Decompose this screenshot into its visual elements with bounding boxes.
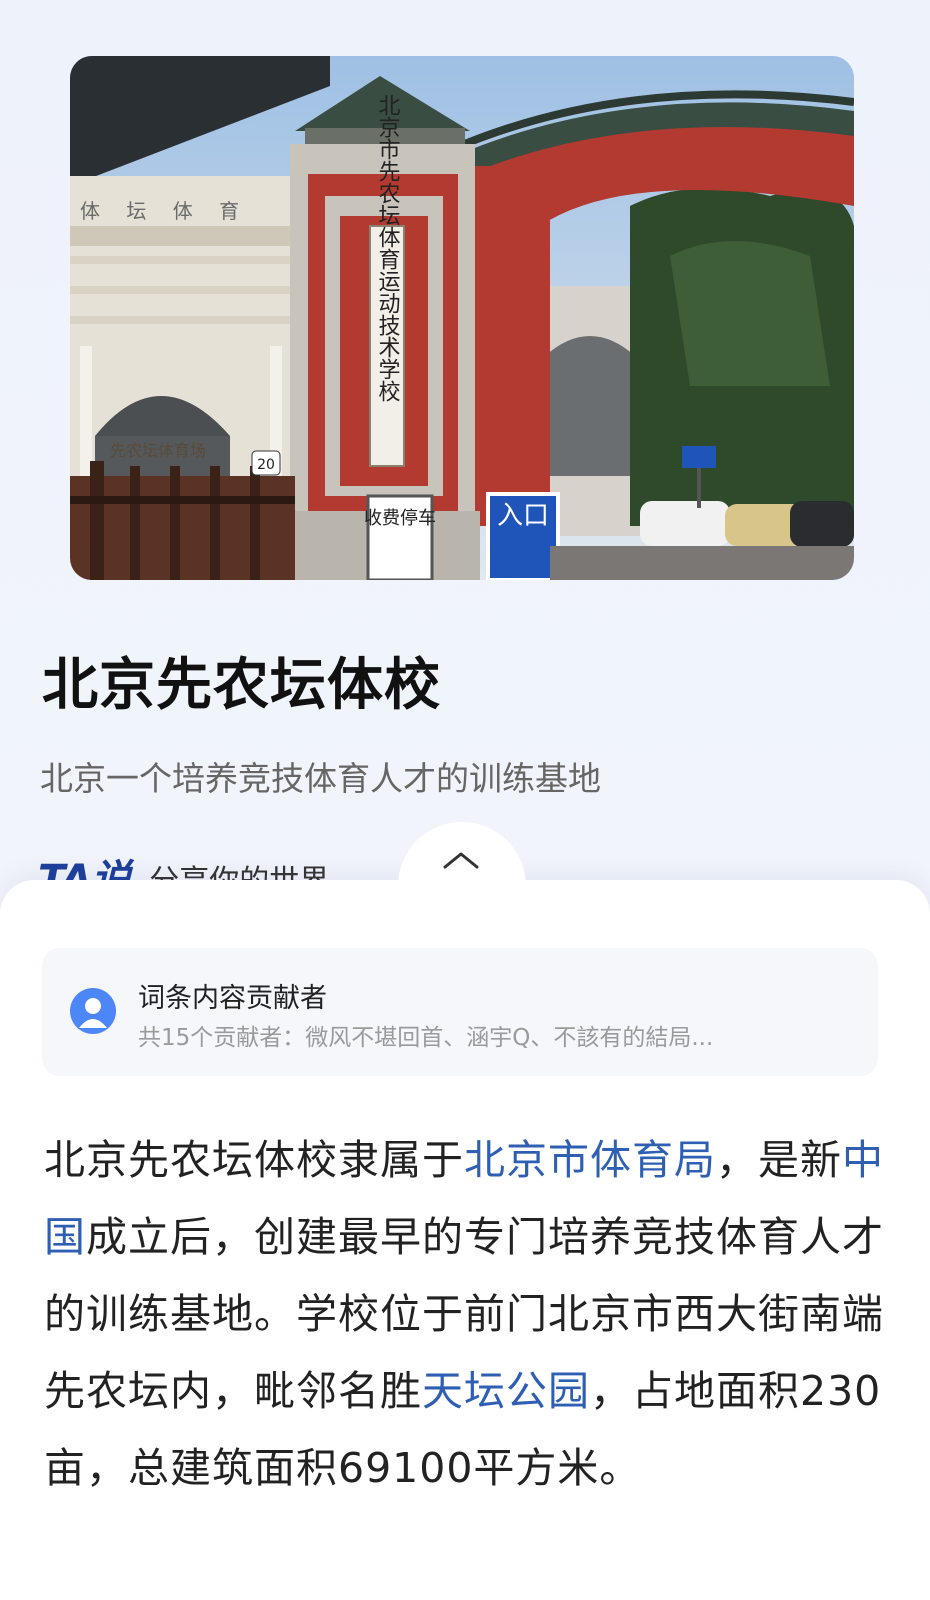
gate-sign: 北京市先农坛体育运动技术学校 [375,94,401,402]
user-avatar-icon [70,988,116,1034]
collapse-handle[interactable] [398,822,526,894]
page-title: 北京先农坛体校 [42,653,441,718]
stadium-sign: 先农坛体育场 [110,441,206,460]
stadium-sign-top: 体 坛 体 育 [80,199,239,223]
gate-photo-illustration: 体 坛 体 育 先农坛体育场 北京市先农坛体育运动技术学校 20 收费停车 入口 [70,56,854,580]
parking-sign: 收费停车 [364,508,436,529]
article-paragraph: 北京先农坛体校隶属于北京市体育局，是新中国成立后，创建最早的专门培养竞技体育人才… [44,1122,890,1507]
page-subtitle: 北京一个培养竞技体育人才的训练基地 [40,759,601,798]
contributors-summary: 共15个贡献者：微风不堪回首、涵宇Q、不該有的結局... [138,1025,714,1051]
link-beijing-sports-bureau[interactable]: 北京市体育局 [464,1136,716,1184]
article-text-2: ，是新 [716,1136,842,1184]
chevron-up-icon[interactable] [441,850,481,870]
article-text-1: 北京先农坛体校隶属于 [44,1136,464,1184]
hero-image[interactable]: 体 坛 体 育 先农坛体育场 北京市先农坛体育运动技术学校 20 收费停车 入口 [70,56,854,580]
number-badge: 20 [257,457,275,473]
contributors-card[interactable]: 词条内容贡献者 共15个贡献者：微风不堪回首、涵宇Q、不該有的結局... [42,948,878,1076]
entrance-sign: 入口 [497,501,549,531]
contributors-title: 词条内容贡献者 [138,983,327,1014]
link-temple-of-heaven-park[interactable]: 天坛公园 [422,1367,590,1415]
